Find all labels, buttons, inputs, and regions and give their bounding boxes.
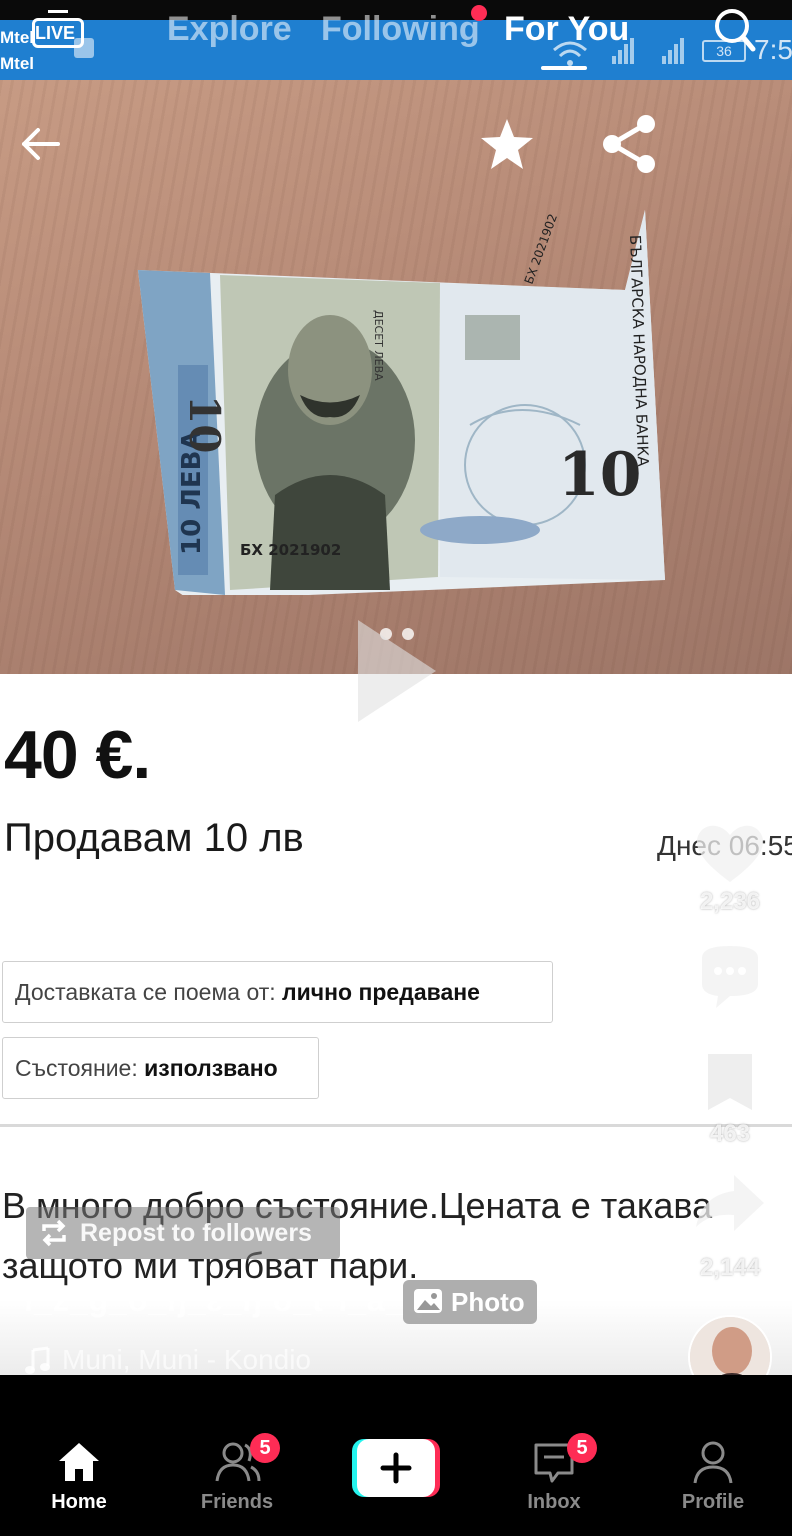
- photo-badge: Photo: [403, 1280, 537, 1324]
- condition-chip: Състояние: използвано: [2, 1037, 319, 1099]
- top-bar: Mtel Mtel LIVE Explore Following For You…: [0, 0, 792, 80]
- music-note-icon: [25, 1346, 50, 1374]
- repost-label: Repost to followers: [80, 1219, 312, 1247]
- delivery-chip: Доставката се поема от: лично предаване: [2, 961, 553, 1023]
- bookmark-icon[interactable]: [690, 1048, 770, 1128]
- nav-home[interactable]: Home: [0, 1425, 158, 1536]
- share-count: 2,144: [699, 1254, 761, 1281]
- repost-button[interactable]: Repost to followers: [26, 1207, 340, 1259]
- back-arrow-icon[interactable]: [18, 122, 62, 166]
- delivery-label: Доставката се поема от:: [15, 979, 276, 1005]
- bottom-spacer: [0, 1375, 792, 1425]
- delivery-value: лично предаване: [282, 979, 480, 1005]
- nav-inbox[interactable]: 5 Inbox: [475, 1425, 633, 1536]
- carrier-label-2: Mtel: [0, 54, 34, 73]
- forward-icon[interactable]: [690, 1165, 770, 1245]
- nav-home-label: Home: [51, 1491, 107, 1513]
- listing-title: Продавам 10 лв: [4, 816, 304, 860]
- condition-value: използвано: [144, 1055, 278, 1081]
- svg-text:ДЕСЕТ ЛЕВА: ДЕСЕТ ЛЕВА: [372, 310, 385, 381]
- create-button[interactable]: [352, 1439, 440, 1497]
- play-icon[interactable]: [352, 616, 440, 726]
- tab-explore[interactable]: Explore: [167, 10, 292, 49]
- like-count: 2,236: [699, 888, 761, 915]
- wifi-icon: [553, 41, 587, 66]
- home-icon: [59, 1443, 99, 1481]
- svg-text:10: 10: [180, 395, 229, 453]
- nav-friends-label: Friends: [200, 1491, 274, 1513]
- svg-text:БХ 2021902: БХ 2021902: [240, 541, 341, 559]
- heart-icon[interactable]: [690, 812, 770, 892]
- svg-text:10: 10: [558, 440, 642, 510]
- nav-profile-label: Profile: [681, 1491, 745, 1513]
- author-username[interactable]: i_ž_ğ_ö_ŋ_ɛ_ŋ ö_ť ĩ_ä_q: [24, 1282, 425, 1319]
- share-icon[interactable]: [598, 112, 662, 176]
- bottom-nav: Home 5 Friends 5 Inbox Profile: [0, 1425, 792, 1536]
- repost-icon: [42, 1219, 66, 1247]
- svg-text:БХ 2021902: БХ 2021902: [522, 212, 560, 286]
- live-label: LIVE: [35, 23, 76, 43]
- listing-price: 40 €.: [4, 717, 151, 793]
- star-icon[interactable]: [478, 116, 536, 174]
- music-title: Muni, Muni - Kondio: [62, 1344, 312, 1375]
- nav-profile[interactable]: Profile: [634, 1425, 792, 1536]
- nav-friends[interactable]: 5 Friends: [158, 1425, 316, 1536]
- profile-icon: [693, 1441, 733, 1484]
- photo-icon: [414, 1289, 442, 1313]
- carrier-label: Mtel: [0, 28, 34, 47]
- facebook-icon: [74, 38, 94, 58]
- tab-following[interactable]: Following: [321, 10, 480, 49]
- comment-icon[interactable]: [690, 938, 770, 1018]
- nav-inbox-label: Inbox: [527, 1491, 581, 1513]
- banknote-image: 10 ДЕСЕТ ЛЕВА БЪЛГАРСКА НАРОДНА БАНКА БХ…: [138, 210, 665, 595]
- inbox-badge: 5: [567, 1433, 597, 1463]
- save-count: 463: [709, 1120, 751, 1147]
- following-notification-dot: [471, 5, 487, 21]
- condition-label: Състояние:: [15, 1055, 138, 1081]
- status-time: 7:5: [754, 34, 792, 65]
- listing-photo[interactable]: 10 ДЕСЕТ ЛЕВА БЪЛГАРСКА НАРОДНА БАНКА БХ…: [0, 80, 792, 674]
- search-icon[interactable]: [712, 6, 756, 54]
- friends-badge: 5: [250, 1433, 280, 1463]
- photo-badge-label: Photo: [451, 1287, 525, 1317]
